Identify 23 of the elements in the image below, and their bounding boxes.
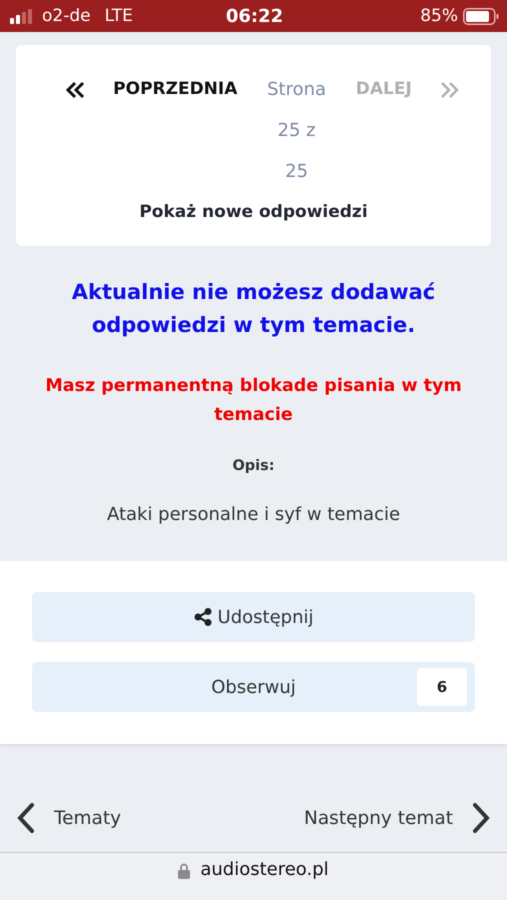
clock: 06:22 [226,6,284,26]
show-new-replies-link[interactable]: Pokaż nowe odpowiedzi [139,202,368,222]
follower-count: 6 [417,668,467,706]
share-button[interactable]: Udostępnij [32,592,475,642]
chevron-left-icon [16,802,36,834]
url-text: audiostereo.pl [200,859,329,880]
ban-message: Masz permanentną blokade pisania w tym temacie [44,375,463,427]
first-page-icon[interactable] [66,81,86,99]
topics-link[interactable]: Tematy [16,802,122,834]
battery-icon [463,8,500,24]
chevron-right-icon [471,802,491,834]
page-indicator: Strona 25 z 25 [266,78,328,184]
previous-page-link[interactable]: POPRZEDNIA [113,73,238,105]
share-icon [194,608,212,626]
description-text: Ataki personalne i syf w temacie [106,504,402,525]
network-type: LTE [104,6,133,26]
description-label: Opis: [231,458,276,474]
lock-icon [178,863,190,879]
carrier-name: o2-de [42,6,91,26]
next-topic-link[interactable]: Następny temat [304,802,491,834]
battery-percent: 85% [420,6,458,26]
follow-button[interactable]: Obserwuj 6 [32,662,475,712]
notice-text: Aktualnie nie możesz dodawać odpowiedzi w tym temacie. [70,279,436,339]
